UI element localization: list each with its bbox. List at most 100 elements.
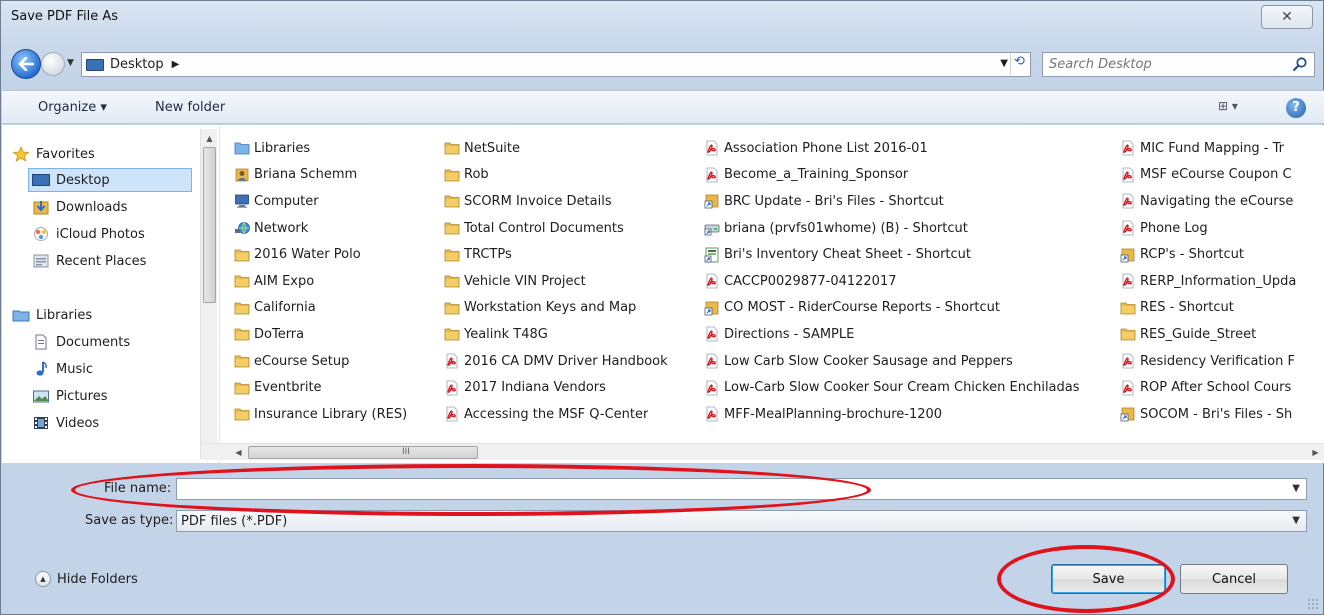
file-item[interactable]: Become_a_Training_Sponsor xyxy=(704,162,1114,189)
file-item[interactable]: ROP After School Cours xyxy=(1120,374,1320,401)
file-item[interactable]: Insurance Library (RES) xyxy=(234,401,439,428)
help-icon[interactable]: ? xyxy=(1286,98,1306,118)
hide-folders-button[interactable]: ▲ Hide Folders xyxy=(35,571,138,587)
file-item[interactable]: Yealink T48G xyxy=(444,321,699,348)
file-item[interactable]: Association Phone List 2016-01 xyxy=(704,135,1114,162)
close-icon: ✕ xyxy=(1281,9,1293,25)
scroll-up-icon[interactable]: ▲ xyxy=(201,131,218,147)
file-name: Association Phone List 2016-01 xyxy=(724,140,928,156)
search-box[interactable] xyxy=(1042,52,1315,77)
computer-icon xyxy=(234,193,250,209)
file-item[interactable]: DoTerra xyxy=(234,321,439,348)
cancel-button[interactable]: Cancel xyxy=(1180,564,1288,594)
breadcrumb-desktop[interactable]: Desktop xyxy=(110,57,164,72)
file-item[interactable]: Bri's Inventory Cheat Sheet - Shortcut xyxy=(704,241,1114,268)
file-item[interactable]: CO MOST - RiderCourse Reports - Shortcut xyxy=(704,295,1114,322)
file-item[interactable]: Network xyxy=(234,215,439,242)
close-button[interactable]: ✕ xyxy=(1261,5,1313,29)
file-item[interactable]: TRCTPs xyxy=(444,241,699,268)
file-item[interactable]: Low Carb Slow Cooker Sausage and Peppers xyxy=(704,348,1114,375)
file-name-dropdown-icon[interactable]: ▼ xyxy=(1292,483,1300,494)
nav-item-desktop[interactable]: Desktop xyxy=(28,168,192,192)
nav-item-label: Desktop xyxy=(56,172,110,188)
file-item[interactable]: Libraries xyxy=(234,135,439,162)
file-item[interactable]: Workstation Keys and Map xyxy=(444,295,699,322)
nav-item-documents[interactable]: Documents xyxy=(32,330,130,354)
nav-item-pictures[interactable]: Pictures xyxy=(32,384,107,408)
file-item[interactable]: MSF eCourse Coupon C xyxy=(1120,162,1320,189)
file-item[interactable]: California xyxy=(234,295,439,322)
file-item[interactable]: Navigating the eCourse xyxy=(1120,188,1320,215)
file-item[interactable]: Briana Schemm xyxy=(234,162,439,189)
scroll-right-icon[interactable]: ▶ xyxy=(1307,444,1324,461)
file-item[interactable]: SOCOM - Bri's Files - Sh xyxy=(1120,401,1320,428)
file-item[interactable]: 2017 Indiana Vendors xyxy=(444,374,699,401)
file-item[interactable]: BRC Update - Bri's Files - Shortcut xyxy=(704,188,1114,215)
file-item[interactable]: Total Control Documents xyxy=(444,215,699,242)
search-icon[interactable] xyxy=(1292,56,1308,72)
file-name: California xyxy=(254,300,316,316)
refresh-icon[interactable]: ⟲ xyxy=(1010,54,1028,75)
pdf-icon xyxy=(1120,273,1136,289)
forward-button[interactable] xyxy=(41,52,65,76)
nav-item-recent-places[interactable]: Recent Places xyxy=(32,249,146,273)
file-name: Vehicle VIN Project xyxy=(464,273,586,289)
scroll-thumb[interactable] xyxy=(203,147,216,303)
file-item[interactable]: MIC Fund Mapping - Tr xyxy=(1120,135,1320,162)
file-name: Navigating the eCourse xyxy=(1140,193,1294,209)
nav-libraries[interactable]: Libraries xyxy=(12,303,92,327)
file-item[interactable]: Directions - SAMPLE xyxy=(704,321,1114,348)
nav-item-music[interactable]: Music xyxy=(32,357,93,381)
user-icon xyxy=(234,167,250,183)
nav-item-downloads[interactable]: Downloads xyxy=(32,195,127,219)
search-input[interactable] xyxy=(1049,57,1279,72)
file-item[interactable]: RES - Shortcut xyxy=(1120,295,1320,322)
file-item[interactable]: RCP's - Shortcut xyxy=(1120,241,1320,268)
folder-icon xyxy=(234,380,250,396)
address-bar[interactable]: Desktop ▶ ▼ ⟲ xyxy=(81,52,1031,77)
file-item[interactable]: 2016 CA DMV Driver Handbook xyxy=(444,348,699,375)
file-item[interactable]: RERP_Information_Upda xyxy=(1120,268,1320,295)
file-item[interactable]: Low-Carb Slow Cooker Sour Cream Chicken … xyxy=(704,374,1114,401)
resize-grip[interactable] xyxy=(1307,598,1319,610)
file-item[interactable]: 2016 Water Polo xyxy=(234,241,439,268)
file-item[interactable]: CACCP0029877-04122017 xyxy=(704,268,1114,295)
file-item[interactable]: RES_Guide_Street xyxy=(1120,321,1320,348)
nav-favorites[interactable]: Favorites xyxy=(12,142,95,166)
file-item[interactable]: Phone Log xyxy=(1120,215,1320,242)
chevron-right-icon[interactable]: ▶ xyxy=(172,59,180,70)
nav-pane-scrollbar[interactable]: ▲ ▼ xyxy=(200,129,217,459)
file-item[interactable]: SCORM Invoice Details xyxy=(444,188,699,215)
desktop-icon xyxy=(86,58,104,71)
file-name-input[interactable] xyxy=(177,479,1306,499)
save-button[interactable]: Save xyxy=(1051,564,1166,594)
address-dropdown-icon[interactable]: ▼ xyxy=(1000,58,1008,69)
history-dropdown-icon[interactable]: ▼ xyxy=(67,58,75,68)
back-button[interactable] xyxy=(11,49,41,79)
organize-menu[interactable]: Organize ▾ xyxy=(38,100,107,115)
scroll-left-icon[interactable]: ◀ xyxy=(230,444,247,461)
file-item[interactable]: Eventbrite xyxy=(234,374,439,401)
view-options-icon[interactable]: ⊞ ▾ xyxy=(1218,99,1258,117)
new-folder-button[interactable]: New folder xyxy=(155,100,225,115)
file-item[interactable]: AIM Expo xyxy=(234,268,439,295)
file-item[interactable]: Accessing the MSF Q-Center xyxy=(444,401,699,428)
pdf-icon xyxy=(704,353,720,369)
folder-icon xyxy=(444,247,460,263)
horizontal-scrollbar[interactable]: ◀ III ▶ xyxy=(202,443,1324,460)
file-item[interactable]: Computer xyxy=(234,188,439,215)
nav-item-icloud-photos[interactable]: iCloud Photos xyxy=(32,222,145,246)
file-item[interactable]: NetSuite xyxy=(444,135,699,162)
file-name-field[interactable]: ▼ xyxy=(176,478,1307,500)
file-item[interactable]: eCourse Setup xyxy=(234,348,439,375)
scroll-thumb[interactable]: III xyxy=(248,446,478,459)
file-name: briana (prvfs01whome) (B) - Shortcut xyxy=(724,220,968,236)
file-item[interactable]: Residency Verification F xyxy=(1120,348,1320,375)
chevron-down-icon[interactable]: ▼ xyxy=(1292,515,1300,526)
file-item[interactable]: MFF-MealPlanning-brochure-1200 xyxy=(704,401,1114,428)
nav-item-videos[interactable]: Videos xyxy=(32,411,99,435)
file-item[interactable]: Rob xyxy=(444,162,699,189)
save-type-select[interactable]: PDF files (*.PDF) ▼ xyxy=(176,510,1307,532)
file-item[interactable]: Vehicle VIN Project xyxy=(444,268,699,295)
file-item[interactable]: briana (prvfs01whome) (B) - Shortcut xyxy=(704,215,1114,242)
